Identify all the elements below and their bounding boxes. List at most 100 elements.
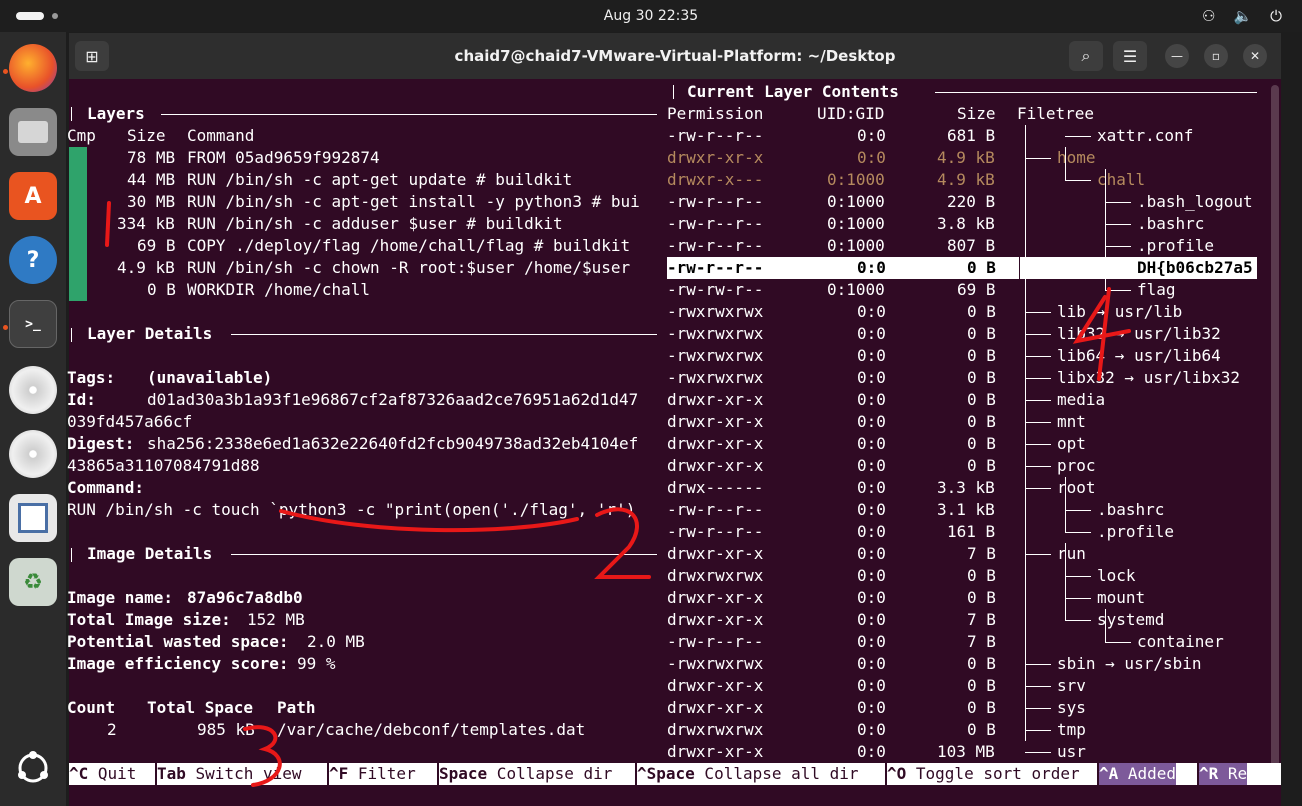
file-permission[interactable]: drwxr-xr-x xyxy=(667,543,763,565)
file-tree-entry[interactable]: mount xyxy=(1097,587,1145,609)
network-icon[interactable]: ⚇ xyxy=(1202,7,1215,25)
file-uid-gid[interactable]: 0:0 xyxy=(857,609,886,631)
disc-icon[interactable] xyxy=(9,366,57,414)
file-size[interactable]: 103 MB xyxy=(937,741,995,763)
file-size[interactable]: 807 B xyxy=(947,235,995,257)
terminal-content[interactable]: Layers Cmp Size Command 78 MB FROM 05ad9659f9… xyxy=(67,79,1281,806)
file-tree-entry[interactable]: sbin → usr/sbin xyxy=(1057,653,1202,675)
file-uid-gid[interactable]: 0:0 xyxy=(857,367,886,389)
file-size[interactable]: 0 B xyxy=(967,389,996,411)
layer-size[interactable]: 0 B xyxy=(147,279,176,301)
file-permission[interactable]: drwxr-xr-x xyxy=(667,609,763,631)
file-uid-gid[interactable]: 0:0 xyxy=(857,345,886,367)
file-size[interactable]: 0 B xyxy=(967,411,996,433)
footer-key-r[interactable]: ^R Re xyxy=(1199,763,1248,785)
file-uid-gid[interactable]: 0:0 xyxy=(857,653,886,675)
file-tree-entry[interactable]: lib64 → usr/lib64 xyxy=(1057,345,1221,367)
minimize-button[interactable]: — xyxy=(1165,44,1189,68)
file-size[interactable]: 0 B xyxy=(967,455,996,477)
file-uid-gid[interactable]: 0:0 xyxy=(857,521,886,543)
app-center-icon[interactable]: A xyxy=(9,172,57,220)
file-uid-gid[interactable]: 0:1000 xyxy=(827,191,885,213)
file-permission[interactable]: -rwxrwxrwx xyxy=(667,653,763,675)
file-tree-entry[interactable]: lib → usr/lib xyxy=(1057,301,1182,323)
trash-icon[interactable]: ♻ xyxy=(9,558,57,606)
file-permission[interactable]: drwxrwxrwx xyxy=(667,565,763,587)
file-permission[interactable]: -rw-rw-r-- xyxy=(667,279,763,301)
file-uid-gid[interactable]: 0:0 xyxy=(857,587,886,609)
file-size[interactable]: 0 B xyxy=(967,323,996,345)
file-tree-entry[interactable]: srv xyxy=(1057,675,1086,697)
layer-command[interactable]: RUN /bin/sh -c chown -R root:$user /home… xyxy=(187,257,630,279)
file-tree-entry[interactable]: opt xyxy=(1057,433,1086,455)
file-tree-entry[interactable]: media xyxy=(1057,389,1105,411)
file-uid-gid[interactable]: 0:0 xyxy=(857,675,886,697)
file-tree-entry[interactable]: tmp xyxy=(1057,719,1086,741)
file-uid-gid[interactable]: 0:0 xyxy=(857,147,886,169)
file-size[interactable]: 7 B xyxy=(967,631,996,653)
file-permission[interactable]: -rwxrwxrwx xyxy=(667,345,763,367)
file-permission[interactable]: drwxr-xr-x xyxy=(667,433,763,455)
file-permission[interactable]: -rw-r--r-- xyxy=(667,257,763,279)
file-size[interactable]: 0 B xyxy=(967,675,996,697)
file-uid-gid[interactable]: 0:0 xyxy=(857,719,886,741)
file-permission[interactable]: -rw-r--r-- xyxy=(667,235,763,257)
file-tree-entry[interactable]: .profile xyxy=(1097,521,1174,543)
files-icon[interactable] xyxy=(9,108,57,156)
layer-size[interactable]: 4.9 kB xyxy=(117,257,175,279)
file-tree-entry[interactable]: xattr.conf xyxy=(1097,125,1193,147)
file-permission[interactable]: -rw-r--r-- xyxy=(667,213,763,235)
file-uid-gid[interactable]: 0:0 xyxy=(857,477,886,499)
layer-command[interactable]: FROM 05ad9659f992874 xyxy=(187,147,380,169)
file-tree-entry[interactable]: usr xyxy=(1057,741,1086,763)
power-icon[interactable]: ⏻ xyxy=(1270,7,1282,25)
footer-key-f[interactable]: ^F Filter xyxy=(329,763,416,785)
file-permission[interactable]: drwxr-xr-x xyxy=(667,455,763,477)
file-uid-gid[interactable]: 0:1000 xyxy=(827,279,885,301)
file-uid-gid[interactable]: 0:0 xyxy=(857,499,886,521)
footer-key-space[interactable]: ^Space Collapse all dir xyxy=(637,763,859,785)
file-tree-entry[interactable]: run xyxy=(1057,543,1086,565)
layer-size[interactable]: 334 kB xyxy=(117,213,175,235)
file-uid-gid[interactable]: 0:0 xyxy=(857,411,886,433)
file-permission[interactable]: -rw-r--r-- xyxy=(667,521,763,543)
close-button[interactable]: ✕ xyxy=(1243,44,1267,68)
layer-command[interactable]: RUN /bin/sh -c apt-get install -y python… xyxy=(187,191,640,213)
file-tree-entry[interactable]: systemd xyxy=(1097,609,1164,631)
file-size[interactable]: 3.3 kB xyxy=(937,477,995,499)
file-tree-entry[interactable]: sys xyxy=(1057,697,1086,719)
file-permission[interactable]: drwx------ xyxy=(667,477,763,499)
file-permission[interactable]: drwxr-xr-x xyxy=(667,389,763,411)
file-tree-entry[interactable]: home xyxy=(1057,147,1096,169)
file-uid-gid[interactable]: 0:0 xyxy=(857,455,886,477)
save-disk-icon[interactable] xyxy=(9,494,57,542)
file-tree-entry[interactable]: mnt xyxy=(1057,411,1086,433)
file-size[interactable]: 4.9 kB xyxy=(937,169,995,191)
file-size[interactable]: 0 B xyxy=(967,719,996,741)
file-uid-gid[interactable]: 0:1000 xyxy=(827,213,885,235)
file-size[interactable]: 0 B xyxy=(967,587,996,609)
title-bar[interactable]: ⊞ chaid7@chaid7-VMware-Virtual-Platform:… xyxy=(69,33,1281,79)
file-permission[interactable]: -rwxrwxrwx xyxy=(667,323,763,345)
file-permission[interactable]: -rw-r--r-- xyxy=(667,191,763,213)
file-size[interactable]: 69 B xyxy=(957,279,996,301)
footer-key-space[interactable]: Space Collapse dir xyxy=(439,763,612,785)
file-size[interactable]: 161 B xyxy=(947,521,995,543)
file-uid-gid[interactable]: 0:0 xyxy=(857,697,886,719)
file-tree-entry[interactable]: .bashrc xyxy=(1137,213,1204,235)
clock[interactable]: Aug 30 22:35 xyxy=(0,8,1302,24)
file-tree-entry[interactable]: lib32 → usr/lib32 xyxy=(1057,323,1221,345)
file-uid-gid[interactable]: 0:1000 xyxy=(827,169,885,191)
file-permission[interactable]: -rw-r--r-- xyxy=(667,499,763,521)
file-tree-entry[interactable]: lock xyxy=(1097,565,1136,587)
file-permission[interactable]: drwxr-xr-x xyxy=(667,147,763,169)
layer-command[interactable]: COPY ./deploy/flag /home/chall/flag # bu… xyxy=(187,235,630,257)
file-tree-entry[interactable]: proc xyxy=(1057,455,1096,477)
file-tree-entry[interactable]: .profile xyxy=(1137,235,1214,257)
show-apps-icon[interactable] xyxy=(9,744,57,792)
layer-command[interactable]: RUN /bin/sh -c adduser $user # buildkit xyxy=(187,213,563,235)
file-permission[interactable]: drwxr-xr-x xyxy=(667,411,763,433)
layer-size[interactable]: 78 MB xyxy=(127,147,175,169)
file-size[interactable]: 0 B xyxy=(967,257,996,279)
file-tree-entry[interactable]: flag xyxy=(1137,279,1176,301)
